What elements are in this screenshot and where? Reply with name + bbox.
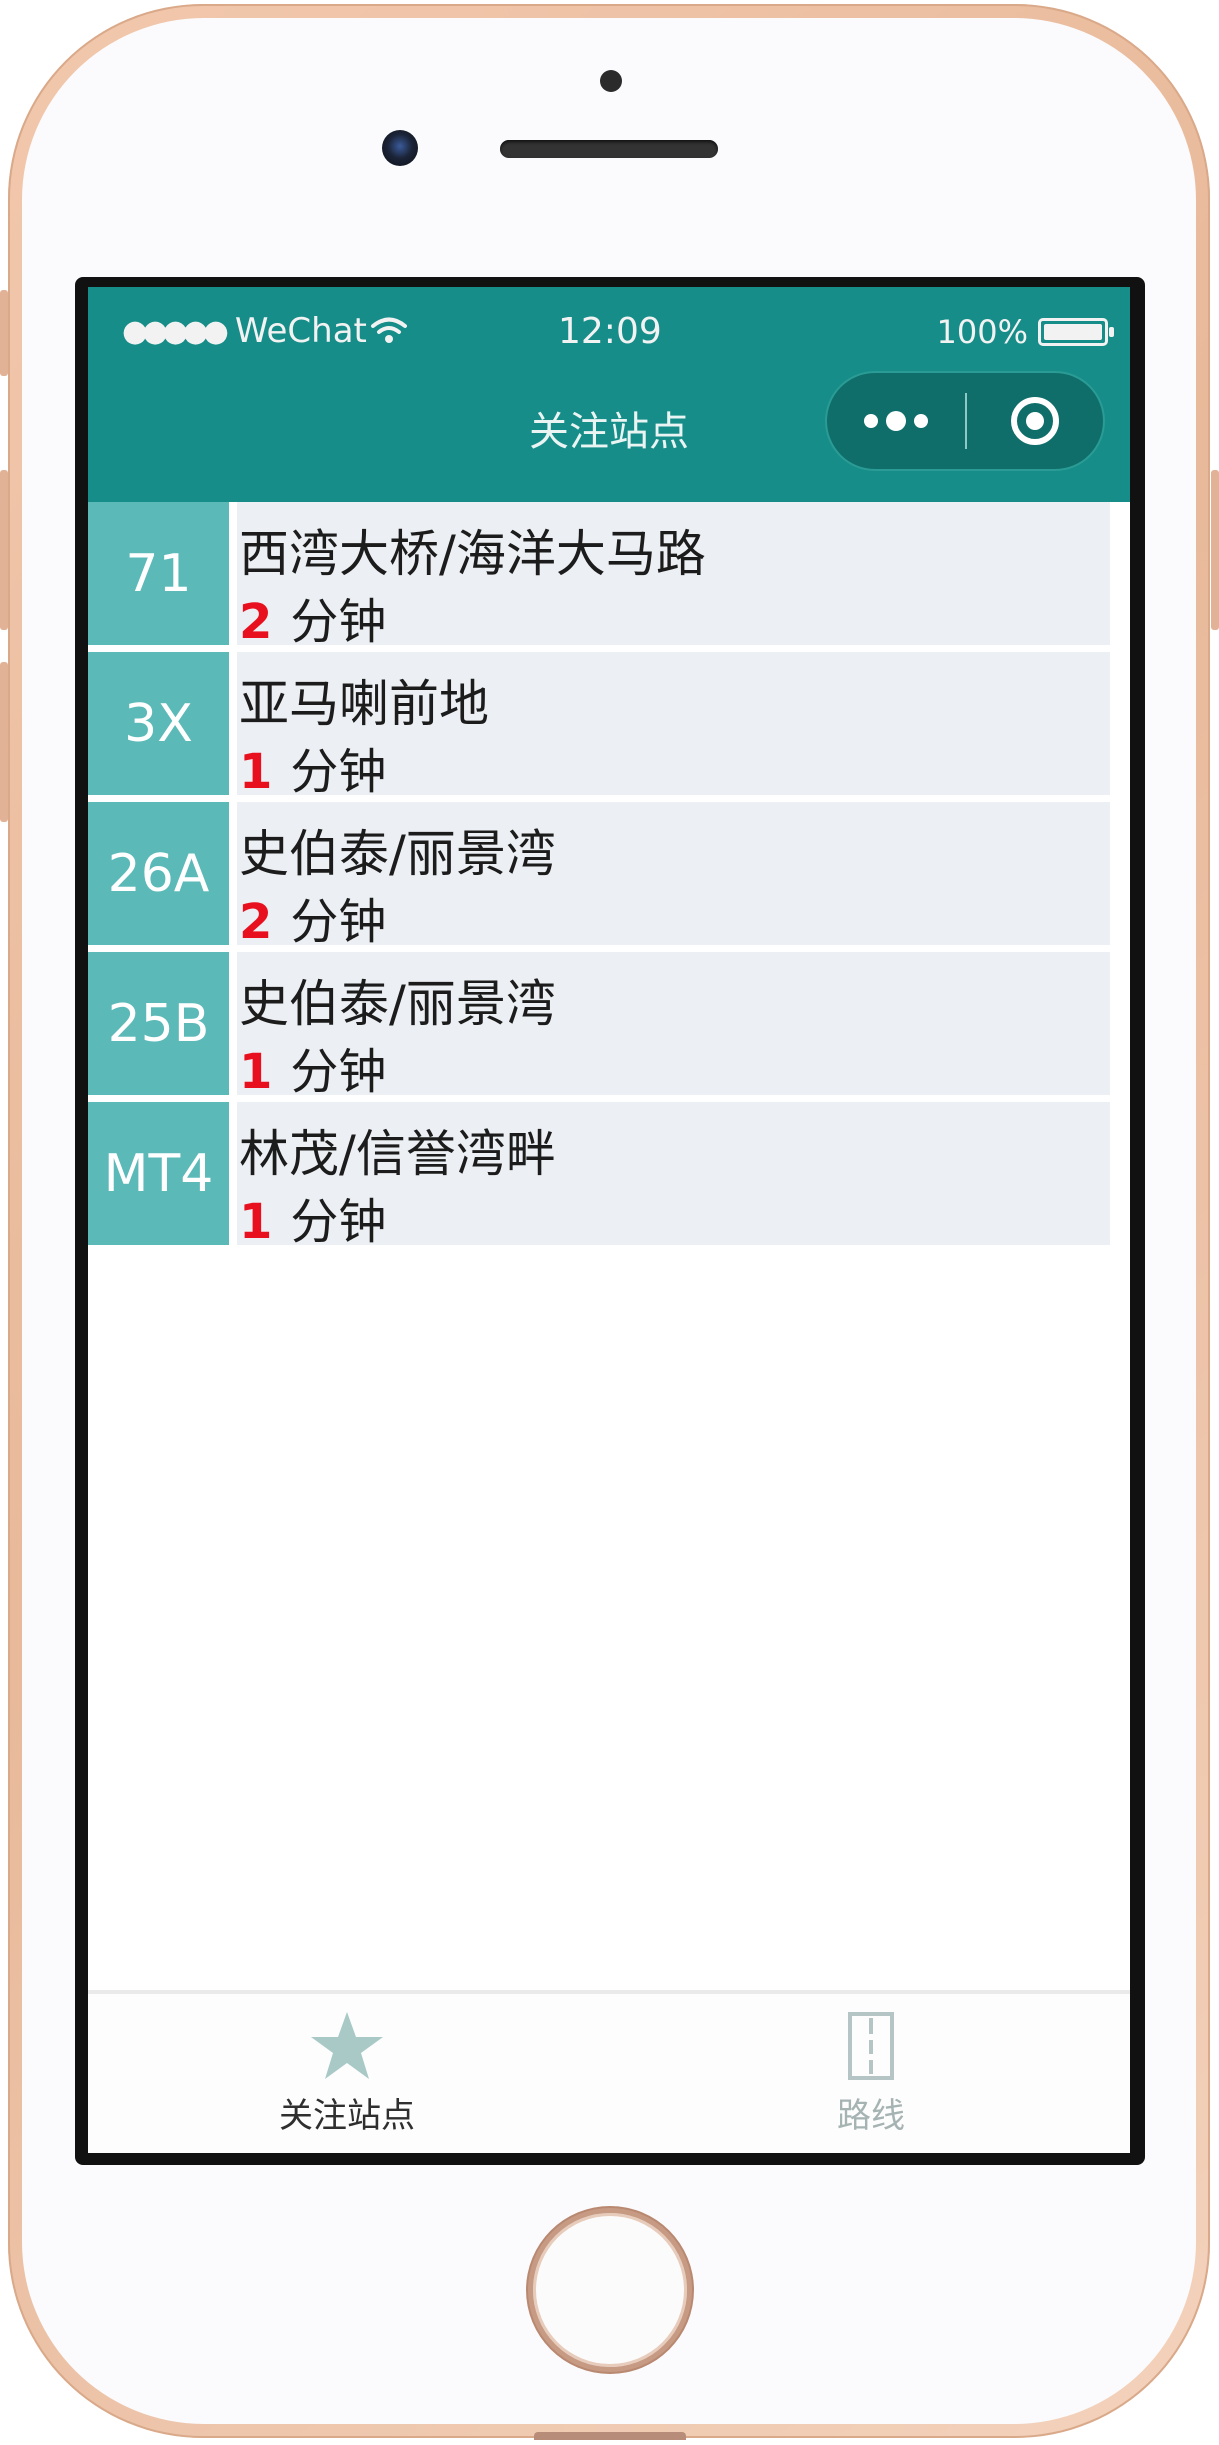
stop-info: 史伯泰/丽景湾 2 分钟 [237, 802, 1110, 950]
stop-info: 史伯泰/丽景湾 1 分钟 [237, 952, 1110, 1100]
status-bar-right: 100% [936, 313, 1114, 351]
more-options-button[interactable] [827, 373, 965, 469]
home-button[interactable] [528, 2208, 692, 2372]
more-dot-icon [864, 414, 878, 428]
route-number-badge: 71 [88, 502, 229, 645]
tab-routes[interactable]: 路线 [721, 2010, 1021, 2137]
mute-switch [0, 290, 8, 376]
earpiece-speaker [500, 140, 718, 158]
battery-percent: 100% [936, 313, 1028, 351]
target-icon [1011, 397, 1059, 445]
miniprogram-capsule [825, 371, 1105, 471]
bottom-connector [534, 2432, 686, 2440]
stop-name: 史伯泰/丽景湾 [239, 975, 556, 1033]
more-dot-icon [914, 414, 928, 428]
tab-favorite-stops[interactable]: 关注站点 [197, 2010, 497, 2137]
stop-info: 亚马喇前地 1 分钟 [237, 652, 1110, 800]
stop-name: 西湾大桥/海洋大马路 [239, 525, 706, 583]
route-number-badge: 26A [88, 802, 229, 945]
stop-name: 林茂/信誉湾畔 [239, 1125, 556, 1183]
eta-value: 2 [239, 894, 273, 950]
navigation-bar: ●●●●● WeChat 12:09 100% 关注站点 [88, 287, 1130, 502]
stop-info: 林茂/信誉湾畔 1 分钟 [237, 1102, 1110, 1250]
more-dot-icon [886, 411, 906, 431]
stop-name: 史伯泰/丽景湾 [239, 825, 556, 883]
tab-bar: 关注站点 路线 [88, 1990, 1130, 2153]
wifi-icon [370, 317, 407, 345]
stop-info: 西湾大桥/海洋大马路 2 分钟 [237, 502, 1110, 650]
eta-unit: 分钟 [290, 1194, 387, 1250]
list-item[interactable]: 71 西湾大桥/海洋大马路 2 分钟 [88, 502, 1110, 650]
stop-name: 亚马喇前地 [239, 675, 489, 733]
close-miniprogram-button[interactable] [967, 397, 1103, 445]
front-camera-icon [382, 130, 418, 166]
star-icon [311, 2012, 383, 2079]
status-time: 12:09 [558, 311, 662, 352]
eta-value: 1 [239, 1044, 273, 1100]
route-number-badge: MT4 [88, 1102, 229, 1245]
eta-unit: 分钟 [290, 744, 387, 800]
eta-unit: 分钟 [290, 1044, 387, 1100]
signal-strength-icon: ●●●●● [122, 313, 229, 349]
arrival-time: 1 分钟 [239, 732, 386, 802]
status-bar-left: ●●●●● WeChat [122, 311, 407, 351]
arrival-time: 1 分钟 [239, 1032, 386, 1102]
eta-value: 2 [239, 594, 273, 650]
arrival-time: 2 分钟 [239, 882, 386, 952]
eta-unit: 分钟 [290, 894, 387, 950]
battery-icon [1038, 318, 1114, 346]
volume-up-button [0, 470, 8, 630]
tab-label: 路线 [837, 2096, 905, 2136]
arrival-time: 1 分钟 [239, 1182, 386, 1252]
list-item[interactable]: 25B 史伯泰/丽景湾 1 分钟 [88, 952, 1110, 1100]
route-number-badge: 25B [88, 952, 229, 1095]
tab-label: 关注站点 [279, 2096, 415, 2136]
proximity-sensor [600, 70, 622, 92]
list-item[interactable]: 3X 亚马喇前地 1 分钟 [88, 652, 1110, 800]
list-item[interactable]: MT4 林茂/信誉湾畔 1 分钟 [88, 1102, 1110, 1250]
list-item[interactable]: 26A 史伯泰/丽景湾 2 分钟 [88, 802, 1110, 950]
route-icon [848, 2012, 894, 2080]
carrier-name: WeChat [234, 311, 367, 351]
arrival-time: 2 分钟 [239, 582, 386, 652]
volume-down-button [0, 662, 8, 822]
eta-value: 1 [239, 744, 273, 800]
eta-value: 1 [239, 1194, 273, 1250]
route-number-badge: 3X [88, 652, 229, 795]
eta-unit: 分钟 [290, 594, 387, 650]
power-button [1211, 470, 1219, 630]
app-screen: ●●●●● WeChat 12:09 100% 关注站点 71 西湾大桥/海洋大… [88, 287, 1130, 2153]
